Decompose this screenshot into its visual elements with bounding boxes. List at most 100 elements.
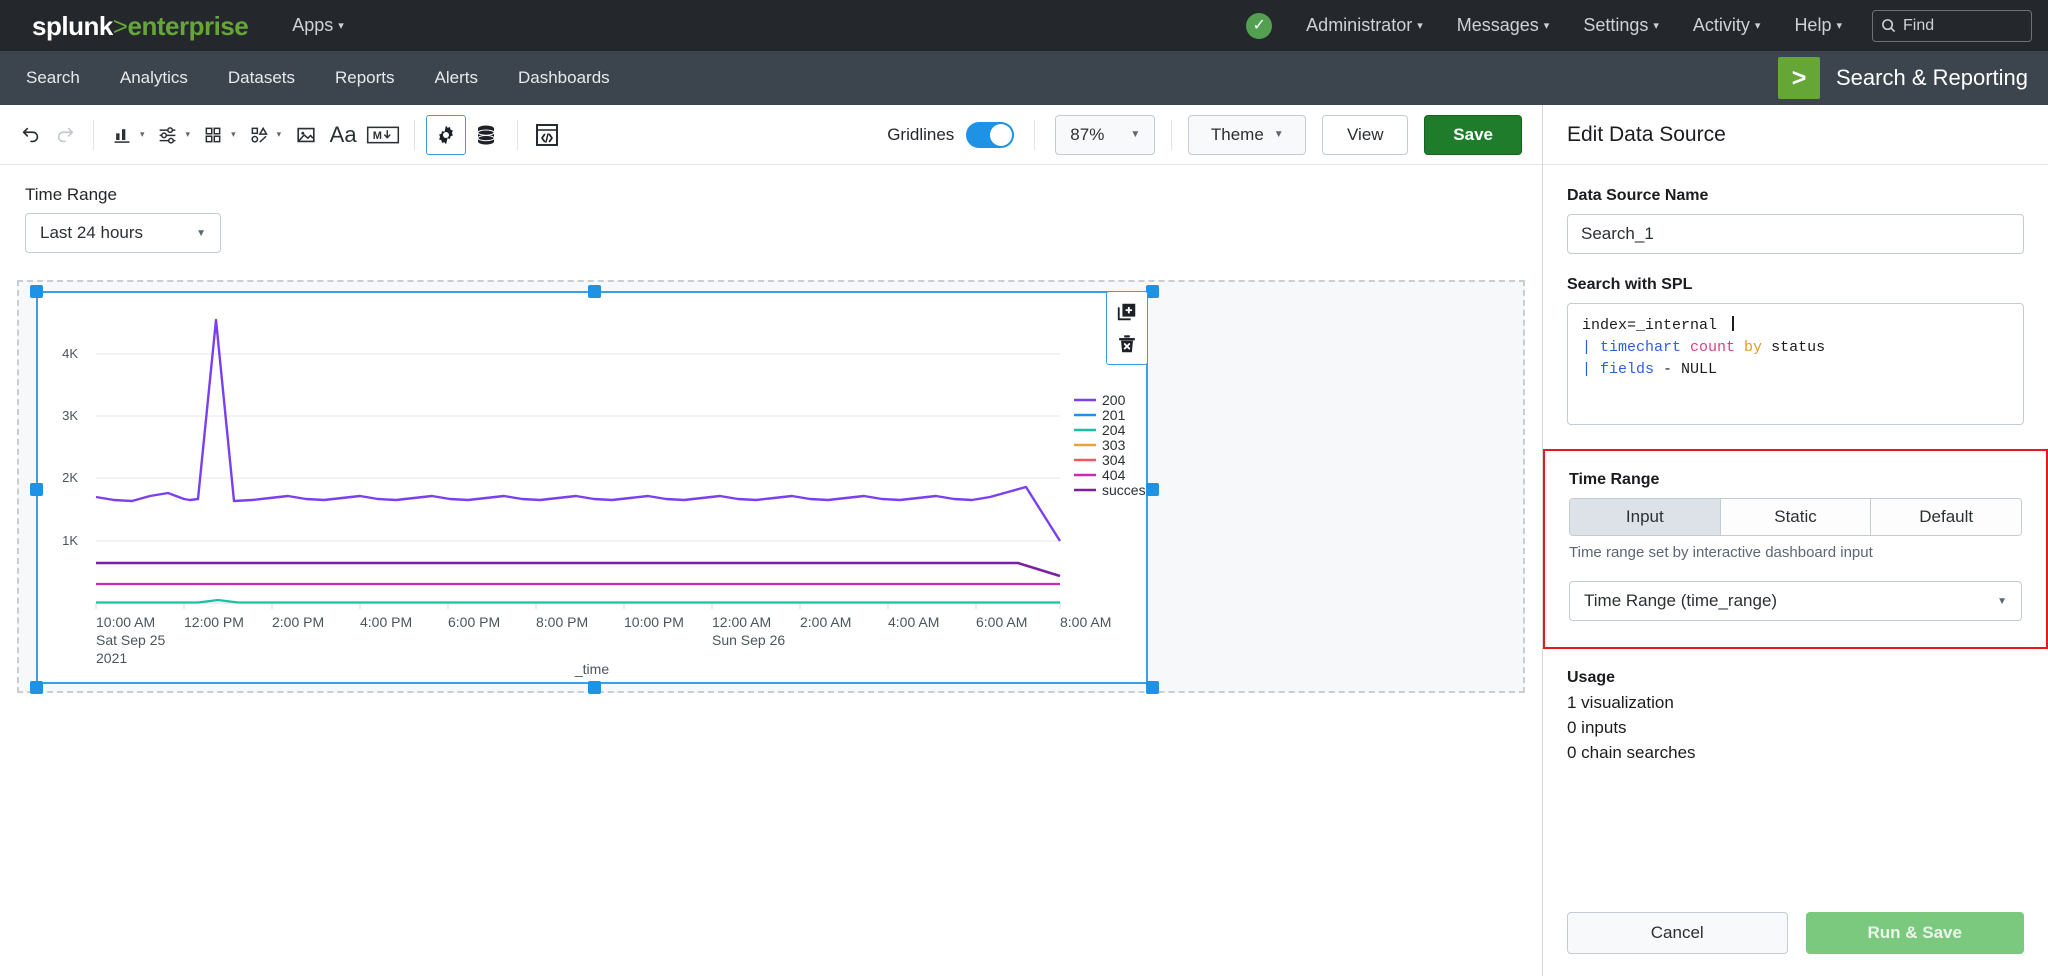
app-name-label: Search & Reporting	[1836, 65, 2028, 91]
svg-text:304: 304	[1102, 452, 1126, 468]
activity-menu-label: Activity	[1693, 15, 1750, 35]
nav-item-dashboards[interactable]: Dashboards	[518, 68, 610, 88]
svg-text:8:00 PM: 8:00 PM	[536, 614, 588, 630]
time-range-mode-default[interactable]: Default	[1871, 499, 2021, 535]
resize-handle-top-center[interactable]	[588, 285, 601, 298]
svg-text:12:00 AM: 12:00 AM	[712, 614, 771, 630]
theme-button[interactable]: Theme ▼	[1188, 115, 1306, 155]
splunk-logo[interactable]: splunk>enterprise	[32, 13, 248, 39]
svg-text:M: M	[373, 130, 382, 142]
view-button[interactable]: View	[1322, 115, 1408, 155]
time-range-input-select[interactable]: Time Range (time_range) ▼	[1569, 581, 2022, 621]
cancel-button-label: Cancel	[1651, 923, 1704, 943]
spl-function-count: count	[1690, 339, 1744, 356]
svg-text:6:00 PM: 6:00 PM	[448, 614, 500, 630]
zoom-level-select[interactable]: 87% ▼	[1055, 115, 1155, 155]
logo-text-splunk: splunk	[32, 11, 113, 41]
add-image-button[interactable]	[289, 118, 323, 152]
resize-handle-bottom-center[interactable]	[588, 681, 601, 694]
layout-group[interactable]: ▾	[196, 118, 242, 152]
add-shape-button[interactable]	[242, 118, 276, 152]
nav-item-datasets[interactable]: Datasets	[228, 68, 295, 88]
spl-pipe-2: |	[1582, 339, 1600, 356]
top-navigation-bar: splunk>enterprise Apps▾ ✓ Administrator▾…	[0, 0, 2048, 51]
data-sources-button[interactable]	[466, 115, 506, 155]
cancel-button[interactable]: Cancel	[1567, 912, 1788, 954]
toolbar-divider	[93, 120, 94, 150]
usage-line-visualizations: 1 visualization	[1567, 691, 2024, 716]
resize-handle-bottom-left[interactable]	[30, 681, 43, 694]
activity-menu[interactable]: Activity ▾	[1693, 15, 1761, 36]
line-chart: 1K 2K 3K 4K	[38, 293, 1146, 682]
save-button[interactable]: Save	[1424, 115, 1522, 155]
chart-x-axis-title: _time	[574, 661, 609, 677]
run-and-save-button[interactable]: Run & Save	[1806, 912, 2025, 954]
redo-button[interactable]	[48, 118, 82, 152]
time-range-hint-text: Time range set by interactive dashboard …	[1569, 544, 2022, 561]
nav-item-reports[interactable]: Reports	[335, 68, 395, 88]
grid-layout-button[interactable]	[196, 118, 230, 152]
help-menu[interactable]: Help▾	[1794, 15, 1842, 36]
resize-handle-top-left[interactable]	[30, 285, 43, 298]
canvas-time-range-select[interactable]: Last 24 hours ▼	[25, 213, 221, 253]
app-badge[interactable]: > Search & Reporting	[1778, 51, 2048, 105]
toolbar-divider	[414, 120, 415, 150]
add-chart-group[interactable]: ▾	[105, 118, 151, 152]
apps-menu[interactable]: Apps▾	[292, 15, 344, 36]
shapes-icon	[249, 125, 269, 145]
chevron-down-icon: ▾	[1755, 19, 1761, 32]
edit-data-source-panel: Edit Data Source Data Source Name Search…	[1543, 105, 2048, 976]
resize-handle-middle-left[interactable]	[30, 483, 43, 496]
add-input-group[interactable]: ▾	[151, 118, 197, 152]
spl-command-timechart: timechart	[1600, 339, 1690, 356]
svg-text:2:00 AM: 2:00 AM	[800, 614, 851, 630]
svg-text:success: success	[1102, 482, 1146, 498]
theme-button-label: Theme	[1211, 125, 1264, 145]
find-placeholder-text: Find	[1903, 17, 1934, 35]
save-button-label: Save	[1453, 125, 1493, 145]
time-range-mode-static[interactable]: Static	[1721, 499, 1872, 535]
find-search-input[interactable]: Find	[1872, 10, 2032, 42]
main-region: ▾ ▾	[0, 105, 2048, 976]
app-navigation-bar: Search Analytics Datasets Reports Alerts…	[0, 51, 2048, 105]
source-code-button[interactable]	[529, 117, 565, 153]
duplicate-panel-button[interactable]	[1114, 299, 1140, 325]
settings-panel-button[interactable]	[426, 115, 466, 155]
spl-editor[interactable]: index=_internal | timechart count by sta…	[1567, 303, 2024, 425]
resize-handle-bottom-right[interactable]	[1146, 681, 1159, 694]
data-source-name-input[interactable]: Search_1	[1567, 214, 2024, 254]
time-range-mode-input[interactable]: Input	[1570, 499, 1721, 535]
undo-button[interactable]	[14, 118, 48, 152]
administrator-menu[interactable]: Administrator▾	[1306, 15, 1423, 36]
spl-fields-arg: - NULL	[1663, 361, 1717, 378]
gridlines-toggle[interactable]	[966, 122, 1014, 148]
image-icon	[295, 124, 317, 146]
help-menu-label: Help	[1794, 15, 1831, 35]
svg-text:303: 303	[1102, 437, 1126, 453]
spl-label: Search with SPL	[1567, 276, 2024, 294]
undo-icon	[20, 124, 42, 146]
add-text-button[interactable]: Aa	[323, 118, 363, 152]
visualization-panel[interactable]: 1K 2K 3K 4K	[36, 291, 1148, 684]
add-chart-button[interactable]	[105, 118, 139, 152]
add-markdown-button[interactable]: M	[363, 118, 403, 152]
svg-text:2K: 2K	[62, 470, 78, 485]
svg-text:8:00 AM: 8:00 AM	[1060, 614, 1111, 630]
resize-handle-middle-right[interactable]	[1146, 483, 1159, 496]
shapes-group[interactable]: ▾	[242, 118, 288, 152]
add-input-button[interactable]	[151, 118, 185, 152]
delete-panel-button[interactable]	[1114, 331, 1140, 357]
settings-menu[interactable]: Settings▾	[1583, 15, 1659, 36]
nav-item-alerts[interactable]: Alerts	[435, 68, 478, 88]
usage-line-inputs: 0 inputs	[1567, 716, 2024, 741]
messages-menu[interactable]: Messages▾	[1457, 15, 1550, 36]
svg-text:10:00 PM: 10:00 PM	[624, 614, 684, 630]
chart-y-axis-ticks: 1K 2K 3K 4K	[62, 346, 78, 548]
spl-pipe-3: |	[1582, 361, 1600, 378]
svg-text:1K: 1K	[62, 533, 78, 548]
nav-item-search[interactable]: Search	[26, 68, 80, 88]
nav-item-analytics[interactable]: Analytics	[120, 68, 188, 88]
visualization-action-buttons	[1106, 291, 1148, 365]
markdown-icon: M	[366, 124, 400, 146]
svg-text:6:00 AM: 6:00 AM	[976, 614, 1027, 630]
